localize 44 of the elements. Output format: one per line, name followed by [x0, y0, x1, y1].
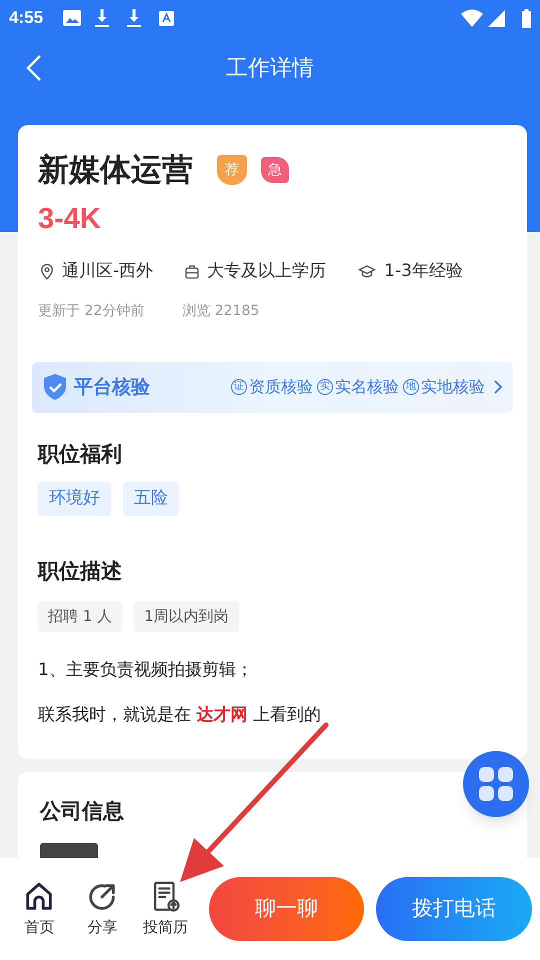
section-heading: 职位福利 [38, 440, 123, 468]
app-notification-icon [159, 10, 174, 26]
verification-title: 平台核验 [74, 374, 150, 400]
verification-item: 实名核验 [335, 376, 399, 398]
requirement-tag: 招聘 1 人 [38, 601, 122, 632]
shield-check-icon [42, 373, 68, 401]
verify-mark-icon: 地 [403, 379, 419, 395]
briefcase-icon [183, 262, 202, 281]
chevron-right-icon [493, 379, 503, 395]
location-pin-icon [38, 262, 56, 281]
battery-icon [522, 8, 531, 28]
section-heading: 职位描述 [38, 558, 123, 584]
verification-item: 实地核验 [421, 376, 485, 398]
benefit-tag: 环境好 [38, 482, 111, 516]
job-fact: 大专及以上学历 [207, 260, 326, 283]
verification-item: 资质核验 [249, 376, 313, 398]
status-time: 4:55 [9, 7, 44, 30]
section-heading: 公司信息 [40, 798, 125, 824]
page-title: 工作详情 [226, 54, 314, 82]
app-grid-icon [478, 766, 514, 802]
download-icon [127, 9, 142, 27]
tag-badge: 急 [261, 157, 289, 184]
image-icon [63, 10, 82, 26]
update-time: 更新于 22分钟前 [38, 302, 144, 320]
benefit-tag: 五险 [123, 482, 179, 516]
salary: 3-4K [38, 202, 102, 236]
signal-icon [488, 10, 506, 26]
call-button[interactable]: 拨打电话 [376, 877, 532, 941]
job-fact: 通川区-西外 [62, 260, 154, 283]
nav-item[interactable]: 投简历 [134, 880, 197, 938]
nav-item[interactable]: 分享 [70, 880, 134, 938]
verification-banner[interactable]: 平台核验 证 资质核验 实 实名核验 地 实地核验 [32, 362, 513, 412]
verify-mark-icon: 证 [231, 379, 247, 395]
job-fact: 1-3年经验 [384, 260, 463, 283]
download-icon [95, 9, 110, 27]
tag-badge: 荐 [217, 155, 247, 186]
wifi-icon [461, 9, 483, 27]
verify-mark-icon: 实 [317, 379, 333, 395]
requirement-tag: 1周以内到岗 [134, 601, 239, 632]
view-count: 浏览 22185 [182, 302, 260, 320]
job-title: 新媒体运营 [38, 151, 193, 190]
nav-item[interactable]: 首页 [8, 880, 71, 938]
description-text: 1、主要负责视频拍摄剪辑； [38, 658, 254, 682]
description-text: 联系我时，就说是在 达才网 上看到的 [38, 704, 322, 727]
